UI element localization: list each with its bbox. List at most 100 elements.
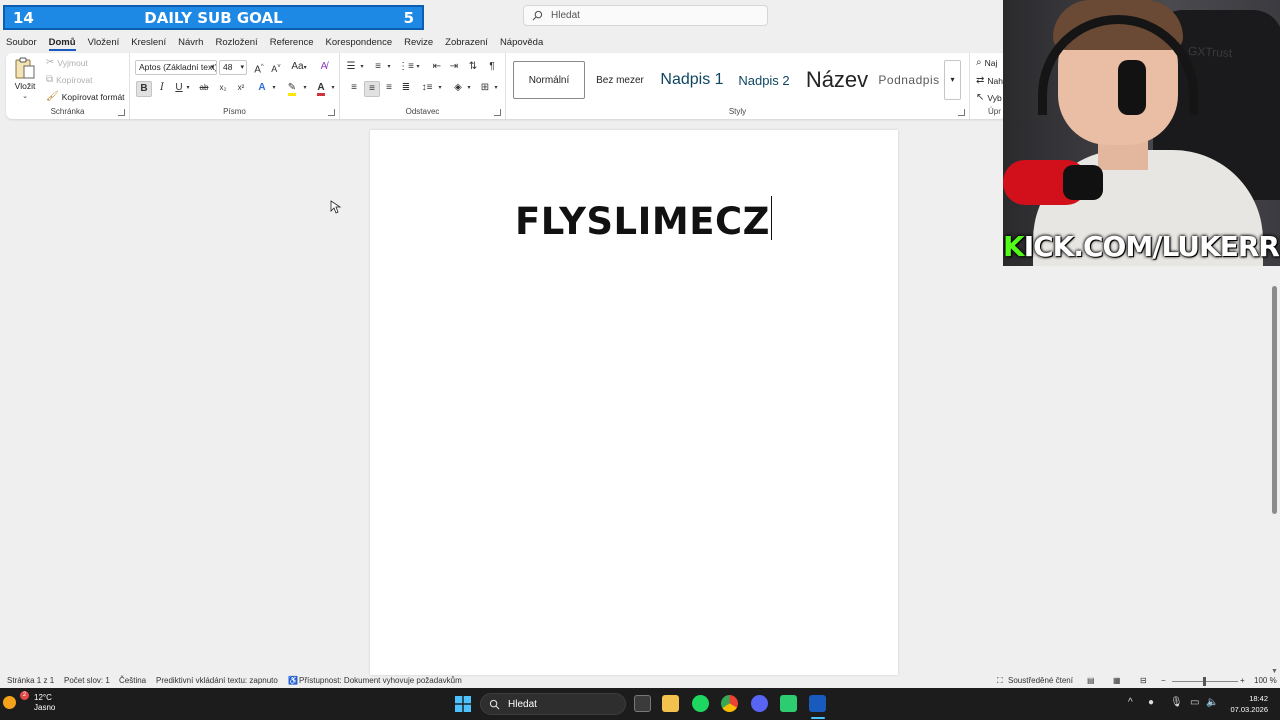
document-text[interactable]: FLYSLIMECZ bbox=[515, 200, 770, 243]
weather-widget[interactable]: 12°C Jasno bbox=[34, 693, 55, 713]
font-family-select[interactable]: Aptos (Základní text) ▾ bbox=[135, 60, 217, 75]
styles-launcher[interactable] bbox=[958, 109, 965, 116]
print-layout-icon[interactable]: ▦ bbox=[1113, 676, 1121, 685]
zoom-out-icon[interactable]: − bbox=[1161, 676, 1166, 685]
replace-button[interactable]: ⇄ Nah bbox=[976, 75, 1003, 86]
zoom-slider-thumb[interactable] bbox=[1203, 677, 1206, 686]
spotify-icon[interactable] bbox=[692, 695, 709, 712]
chevron-down-icon: ⌄ bbox=[22, 93, 28, 100]
headset-earcup bbox=[1118, 60, 1146, 115]
clock-date: 07.03.2026 bbox=[1230, 705, 1268, 714]
change-case-button[interactable]: Aa▾ bbox=[288, 60, 310, 76]
paste-button[interactable]: Vložit ⌄ bbox=[14, 56, 36, 100]
chrome-icon[interactable] bbox=[721, 695, 738, 712]
style-no-spacing[interactable]: Bez mezer bbox=[590, 61, 650, 99]
select-button[interactable]: ↖ Vyb bbox=[976, 92, 1002, 103]
status-accessibility[interactable]: Přístupnost: Dokument vyhovuje požadavků… bbox=[299, 676, 462, 685]
strikethrough-button[interactable]: ab bbox=[196, 81, 212, 97]
subscript-button[interactable]: x₂ bbox=[215, 81, 231, 97]
clipboard-group: Vložit ⌄ ✂ Vyjmout ⧉ Kopírovat 🖌 Kopírov… bbox=[6, 53, 130, 119]
style-heading-2[interactable]: Nadpis 2 bbox=[734, 61, 794, 99]
search-icon bbox=[532, 10, 543, 21]
tab-draw[interactable]: Kreslení bbox=[131, 34, 166, 51]
tab-view[interactable]: Zobrazení bbox=[445, 34, 488, 51]
tab-design[interactable]: Návrh bbox=[178, 34, 203, 51]
clock-time: 18:42 bbox=[1249, 694, 1268, 703]
web-layout-icon[interactable]: ⊟ bbox=[1140, 676, 1147, 685]
document-page[interactable]: FLYSLIMECZ bbox=[370, 130, 898, 675]
grow-font-button[interactable]: A^ bbox=[251, 60, 267, 76]
align-left-icon[interactable]: ≡ bbox=[346, 81, 362, 97]
superscript-button[interactable]: x² bbox=[233, 81, 249, 97]
tab-home[interactable]: Domů bbox=[48, 34, 76, 51]
font-size-select[interactable]: 48 ▾ bbox=[219, 60, 247, 75]
system-clock[interactable]: 18:42 07.03.2026 bbox=[1222, 693, 1268, 715]
taskbar-search[interactable]: Hledat bbox=[480, 693, 626, 715]
tab-insert[interactable]: Vložení bbox=[88, 34, 120, 51]
discord-icon[interactable] bbox=[751, 695, 768, 712]
chevron-down-icon: ▾ bbox=[467, 85, 471, 91]
vertical-scrollbar[interactable]: ▼ bbox=[1269, 270, 1280, 675]
title-search-box[interactable]: Hledat bbox=[523, 5, 768, 26]
task-view-icon[interactable] bbox=[634, 695, 651, 712]
status-word-count[interactable]: Počet slov: 1 bbox=[64, 676, 110, 685]
file-explorer-icon[interactable] bbox=[662, 695, 679, 712]
scrollbar-thumb[interactable] bbox=[1272, 286, 1277, 514]
font-size-value: 48 bbox=[223, 62, 233, 72]
status-focus-mode[interactable]: Soustředěné čtení bbox=[1008, 676, 1073, 685]
italic-button[interactable]: I bbox=[154, 81, 170, 97]
copy-button[interactable]: ⧉ Kopírovat bbox=[46, 74, 93, 85]
status-predictive-text[interactable]: Prediktivní vkládání textu: zapnuto bbox=[156, 676, 278, 685]
shrink-font-button[interactable]: A˅ bbox=[268, 60, 284, 76]
sort-icon[interactable]: ⇅ bbox=[465, 60, 481, 76]
read-mode-icon[interactable]: ▤ bbox=[1087, 676, 1095, 685]
document-text-line[interactable]: FLYSLIMECZ bbox=[515, 196, 773, 243]
style-normal[interactable]: Normální bbox=[513, 61, 585, 99]
style-heading-1[interactable]: Nadpis 1 bbox=[656, 61, 728, 99]
style-subtitle[interactable]: Podnadpis bbox=[876, 61, 942, 99]
format-painter-button[interactable]: 🖌 Kopírovat formát bbox=[46, 91, 125, 102]
zoom-in-icon[interactable]: + bbox=[1240, 676, 1245, 685]
tray-app-icon[interactable]: ● bbox=[1148, 697, 1154, 708]
status-zoom-level[interactable]: 100 % bbox=[1254, 676, 1277, 685]
tab-references[interactable]: Reference bbox=[270, 34, 314, 51]
style-title[interactable]: Název bbox=[802, 61, 872, 99]
taskbar-search-placeholder: Hledat bbox=[508, 698, 537, 710]
status-page[interactable]: Stránka 1 z 1 bbox=[7, 676, 54, 685]
increase-indent-icon[interactable]: ⇥ bbox=[446, 60, 462, 76]
styles-more-button[interactable]: ▾ bbox=[944, 60, 961, 100]
chevron-down-icon: ▾ bbox=[186, 85, 190, 91]
font-launcher[interactable] bbox=[328, 109, 335, 116]
weather-icon[interactable] bbox=[3, 696, 16, 709]
align-right-icon[interactable]: ≡ bbox=[381, 81, 397, 97]
network-icon[interactable]: ▭ bbox=[1190, 697, 1199, 708]
tab-help[interactable]: Nápověda bbox=[500, 34, 543, 51]
status-language[interactable]: Čeština bbox=[119, 676, 146, 685]
volume-icon[interactable]: 🔈 bbox=[1206, 697, 1218, 708]
app-icon[interactable] bbox=[780, 695, 797, 712]
find-button[interactable]: ⌕ Naj bbox=[976, 57, 997, 68]
microphone-icon[interactable]: 🎙 bbox=[1170, 697, 1183, 708]
paragraph-launcher[interactable] bbox=[494, 109, 501, 116]
clipboard-launcher[interactable] bbox=[118, 109, 125, 116]
tab-mailings[interactable]: Korespondence bbox=[326, 34, 393, 51]
clear-formatting-icon[interactable]: A̸ bbox=[316, 60, 332, 76]
tab-layout[interactable]: Rozložení bbox=[215, 34, 257, 51]
scroll-down-icon[interactable]: ▼ bbox=[1271, 668, 1278, 675]
cut-button[interactable]: ✂ Vyjmout bbox=[46, 57, 88, 68]
word-icon[interactable] bbox=[809, 695, 826, 712]
tab-review[interactable]: Revize bbox=[404, 34, 433, 51]
bold-button[interactable]: B bbox=[136, 81, 152, 97]
tray-overflow-icon[interactable]: ^ bbox=[1128, 697, 1133, 708]
replace-icon: ⇄ bbox=[976, 75, 985, 86]
show-formatting-button[interactable]: ¶ bbox=[484, 60, 500, 76]
sub-goal-current: 14 bbox=[13, 8, 34, 27]
chevron-down-icon: ▾ bbox=[387, 64, 391, 70]
chevron-down-icon: ▾ bbox=[360, 64, 364, 70]
align-center-icon[interactable]: ≡ bbox=[364, 81, 380, 97]
justify-icon[interactable]: ≣ bbox=[398, 81, 414, 97]
editing-group: ⌕ Naj ⇄ Nah ↖ Vyb Úpr bbox=[970, 53, 1006, 119]
windows-start-icon[interactable] bbox=[455, 696, 471, 712]
decrease-indent-icon[interactable]: ⇤ bbox=[429, 60, 445, 76]
tab-file[interactable]: Soubor bbox=[6, 34, 37, 51]
